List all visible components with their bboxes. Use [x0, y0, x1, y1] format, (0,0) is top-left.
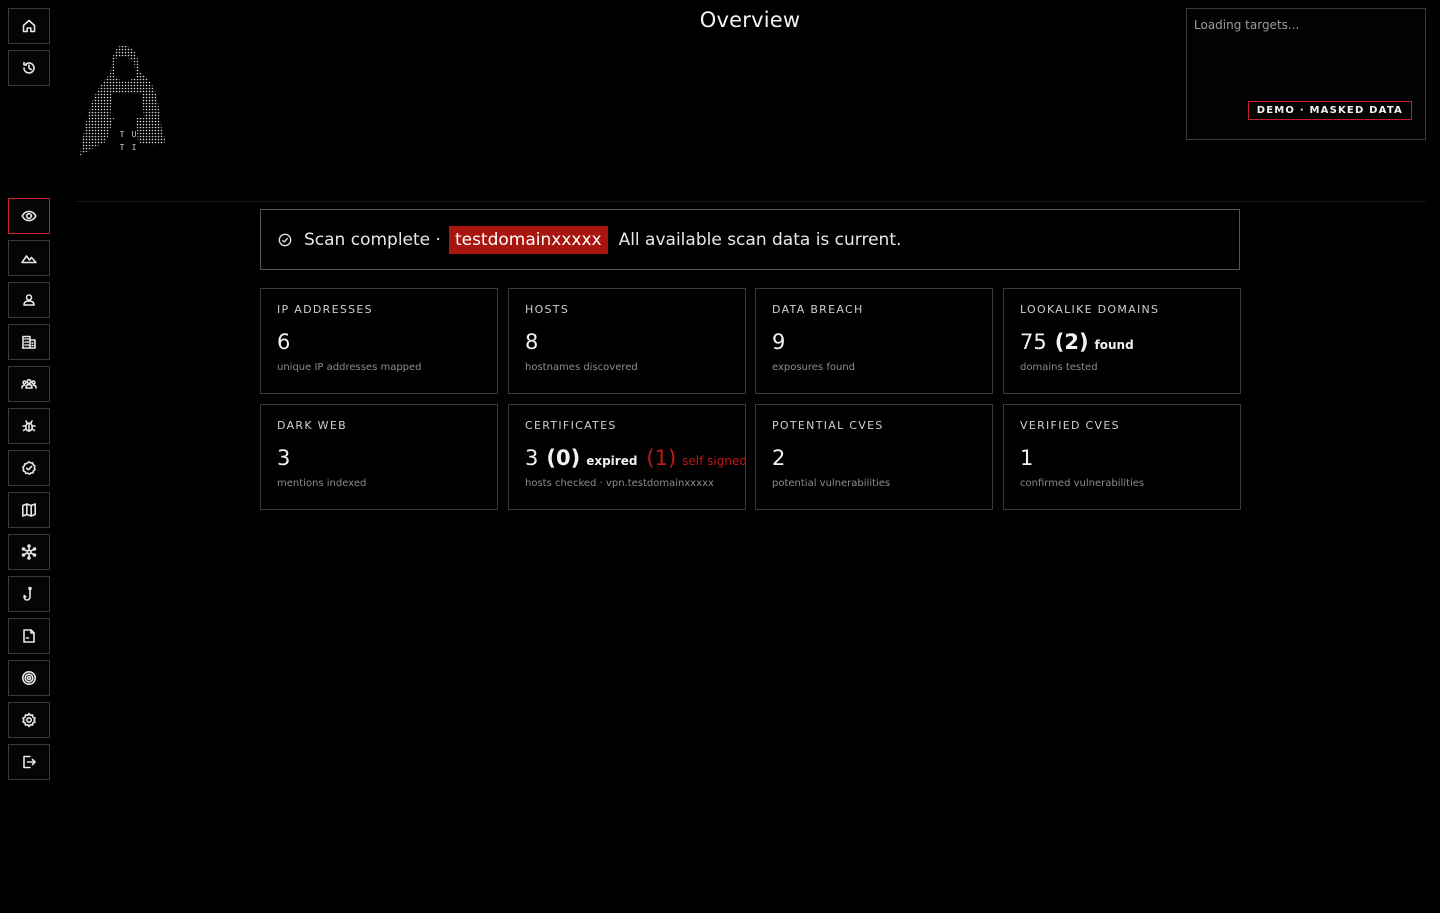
hook-icon: [23, 586, 32, 601]
logo-letter: T: [119, 130, 125, 139]
hooded-figure-logo: TU TI: [76, 42, 180, 162]
card-value: 3: [525, 446, 539, 470]
card-label: DATA BREACH: [772, 303, 864, 316]
expired-count: (0): [546, 446, 581, 470]
logout-icon: [23, 755, 36, 769]
sidebar-item-compliance[interactable]: [8, 450, 50, 486]
demo-badge: DEMO · MASKED DATA: [1247, 101, 1412, 120]
card-subtext: domains tested: [1020, 362, 1098, 373]
settings-icon: [22, 712, 36, 728]
card-label: IP ADDRESSES: [277, 303, 373, 316]
scan-status-banner: Scan complete · testdomainxxxxx All avai…: [260, 209, 1240, 270]
sidebar-item-groups[interactable]: [8, 366, 50, 402]
card-potential-cves[interactable]: POTENTIAL CVES 2 potential vulnerabiliti…: [755, 404, 993, 510]
card-data-breach[interactable]: DATA BREACH 9 exposures found: [755, 288, 993, 394]
card-lookalike-domains[interactable]: LOOKALIKE DOMAINS 75 (2) found domains t…: [1003, 288, 1241, 394]
target-selector-panel[interactable]: Loading targets... DEMO · MASKED DATA: [1186, 8, 1426, 140]
logo-letter: U: [131, 130, 137, 139]
card-subtext: hosts checked · vpn.testdomainxxxxx: [525, 478, 714, 489]
header-divider: [76, 201, 1426, 202]
card-value: 8: [525, 330, 539, 354]
sidebar-item-map[interactable]: [8, 492, 50, 528]
verified-icon: [22, 461, 36, 475]
card-label: DARK WEB: [277, 419, 347, 432]
card-value: 6: [277, 330, 291, 354]
card-certificates[interactable]: CERTIFICATES 3 (0) expired (1) self sign…: [508, 404, 747, 510]
sidebar-item-reports[interactable]: [8, 618, 50, 654]
found-count: (2): [1054, 330, 1089, 354]
sidebar-item-vulnerabilities[interactable]: [8, 408, 50, 444]
card-value: 3: [277, 446, 291, 470]
sidebar-item-network[interactable]: [8, 534, 50, 570]
card-label: CERTIFICATES: [525, 419, 617, 432]
logo-letter: T: [119, 143, 125, 152]
mountain-icon: [21, 255, 37, 264]
card-verified-cves[interactable]: VERIFIED CVES 1 confirmed vulnerabilitie…: [1003, 404, 1241, 510]
history-icon: [23, 61, 35, 74]
bug-icon: [22, 420, 36, 432]
card-value: 1: [1020, 446, 1034, 470]
sidebar-item-phishing[interactable]: [8, 576, 50, 612]
logo-letter: I: [131, 143, 137, 152]
check-circle-icon: [278, 233, 292, 246]
card-value: 75: [1020, 330, 1047, 354]
sidebar-item-organization[interactable]: [8, 324, 50, 360]
person-icon: [23, 294, 35, 306]
targets-loading-text: Loading targets...: [1194, 18, 1300, 32]
sidebar-item-landscape[interactable]: [8, 240, 50, 276]
card-hosts[interactable]: HOSTS 8 hostnames discovered: [508, 288, 746, 394]
logout-button[interactable]: [8, 744, 50, 780]
expired-label: expired: [586, 454, 638, 468]
sidebar-item-settings[interactable]: [8, 702, 50, 738]
target-icon: [22, 671, 36, 685]
card-value: 9: [772, 330, 786, 354]
card-label: VERIFIED CVES: [1020, 419, 1120, 432]
card-subtext: mentions indexed: [277, 478, 367, 489]
status-message: All available scan data is current.: [618, 229, 902, 250]
eye-icon: [21, 210, 37, 222]
status-prefix: Scan complete ·: [304, 229, 441, 250]
sidebar-item-targets[interactable]: [8, 660, 50, 696]
building-icon: [21, 335, 36, 349]
self-signed-label: self signed: [682, 454, 747, 468]
card-label: LOOKALIKE DOMAINS: [1020, 303, 1160, 316]
self-signed-count: (1): [646, 446, 677, 470]
sidebar-item-people[interactable]: [8, 282, 50, 318]
card-subtext: potential vulnerabilities: [772, 478, 891, 489]
history-button[interactable]: [8, 50, 50, 86]
card-dark-web[interactable]: DARK WEB 3 mentions indexed: [260, 404, 498, 510]
card-ip-addresses[interactable]: IP ADDRESSES 6 unique IP addresses mappe…: [260, 288, 498, 394]
document-icon: [23, 629, 35, 643]
sidebar-item-overview[interactable]: [8, 198, 50, 234]
domain-pill: testdomainxxxxx: [448, 225, 608, 254]
group-icon: [21, 378, 37, 389]
network-icon: [21, 544, 37, 560]
found-label: found: [1094, 338, 1134, 352]
card-subtext: confirmed vulnerabilities: [1020, 478, 1145, 489]
card-value: 2: [772, 446, 786, 470]
card-subtext: exposures found: [772, 362, 856, 373]
card-label: HOSTS: [525, 303, 570, 316]
card-subtext: unique IP addresses mapped: [277, 362, 422, 373]
card-subtext: hostnames discovered: [525, 362, 638, 373]
card-label: POTENTIAL CVES: [772, 419, 884, 432]
map-icon: [22, 503, 36, 517]
